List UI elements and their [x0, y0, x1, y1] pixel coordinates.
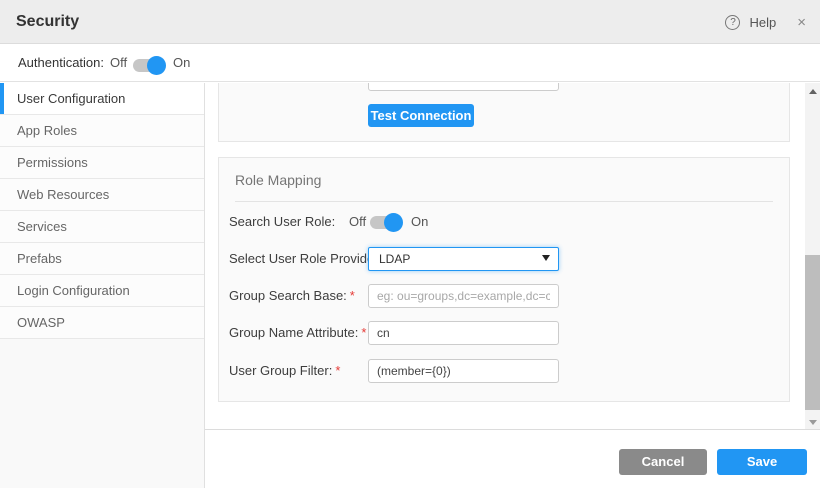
sidebar-item-login-configuration[interactable]: Login Configuration [0, 275, 204, 307]
user-configuration-panel: Test Connection Role Mapping Search User… [206, 83, 820, 429]
toggle-knob-icon [384, 213, 403, 232]
toggle-knob-icon [147, 56, 166, 75]
role-mapping-card: Role Mapping Search User Role: Off On Se… [218, 157, 790, 402]
required-asterisk: * [335, 363, 340, 378]
user-role-provider-select[interactable]: LDAP [368, 247, 559, 271]
search-user-role-row: Search User Role: Off On [219, 210, 789, 234]
ldap-provider-card: Test Connection [218, 83, 790, 142]
required-asterisk: * [361, 325, 366, 340]
group-search-base-label: Group Search Base:* [229, 284, 355, 308]
sidebar-item-permissions[interactable]: Permissions [0, 147, 204, 179]
authentication-on-label: On [173, 44, 190, 82]
close-icon[interactable]: × [797, 14, 806, 31]
user-role-provider-value: LDAP [379, 248, 410, 270]
authentication-off-label: Off [110, 44, 127, 82]
help-icon[interactable]: ? [725, 15, 740, 30]
role-mapping-title: Role Mapping [235, 172, 773, 202]
authentication-label: Authentication: [18, 44, 104, 82]
user-group-filter-input[interactable] [368, 359, 559, 383]
dialog-footer: Cancel Save [205, 429, 820, 488]
sidebar-item-user-configuration[interactable]: User Configuration [0, 83, 204, 115]
scroll-down-icon[interactable] [805, 414, 820, 429]
security-dialog: Security ? Help × Authentication: Off On… [0, 0, 820, 488]
user-role-provider-label: Select User Role Provider: [229, 247, 382, 271]
sidebar-item-prefabs[interactable]: Prefabs [0, 243, 204, 275]
sidebar-item-owasp[interactable]: OWASP [0, 307, 204, 339]
group-name-attribute-input[interactable] [368, 321, 559, 345]
test-connection-button[interactable]: Test Connection [368, 104, 474, 127]
authentication-bar: Authentication: Off On [0, 44, 820, 82]
provider-partial-field[interactable] [368, 83, 559, 91]
user-group-filter-label: User Group Filter:* [229, 359, 340, 383]
search-user-role-off-label: Off [349, 210, 366, 234]
user-group-filter-row: User Group Filter:* [219, 359, 789, 383]
save-button[interactable]: Save [717, 449, 807, 475]
sidebar-item-app-roles[interactable]: App Roles [0, 115, 204, 147]
vertical-scrollbar[interactable] [805, 83, 820, 429]
chevron-down-icon [542, 255, 550, 261]
group-name-attribute-label: Group Name Attribute:* [229, 321, 366, 345]
cancel-button[interactable]: Cancel [619, 449, 707, 475]
authentication-toggle[interactable] [133, 59, 163, 72]
user-role-provider-row: Select User Role Provider: LDAP [219, 247, 789, 271]
scrollbar-thumb[interactable] [805, 255, 820, 410]
group-name-attribute-row: Group Name Attribute:* [219, 321, 789, 345]
group-search-base-input[interactable] [368, 284, 559, 308]
sidebar-item-web-resources[interactable]: Web Resources [0, 179, 204, 211]
scroll-up-icon[interactable] [805, 83, 820, 98]
group-search-base-row: Group Search Base:* [219, 284, 789, 308]
help-link[interactable]: Help [749, 15, 776, 30]
required-asterisk: * [350, 288, 355, 303]
search-user-role-label: Search User Role: [229, 210, 335, 234]
search-user-role-toggle[interactable] [370, 216, 400, 229]
dialog-header: Security ? Help × [0, 0, 820, 44]
sidebar-item-services[interactable]: Services [0, 211, 204, 243]
page-title: Security [16, 0, 79, 44]
search-user-role-on-label: On [411, 210, 428, 234]
settings-sidebar: User Configuration App Roles Permissions… [0, 83, 205, 488]
